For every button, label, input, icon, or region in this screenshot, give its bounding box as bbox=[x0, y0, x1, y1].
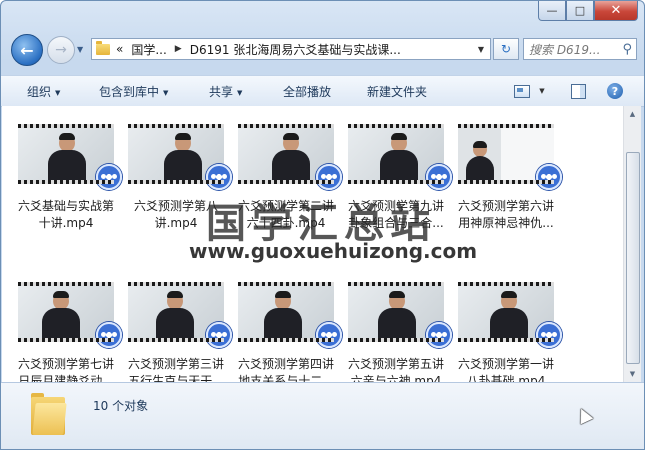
video-thumbnail bbox=[238, 124, 342, 190]
change-view-button[interactable] bbox=[511, 80, 533, 102]
presenter-figure bbox=[378, 291, 416, 338]
navigation-bar: ← → ▼ « 国学... ▶ D6191 张北海周易六爻基础与实战课... ▼… bbox=[9, 31, 639, 66]
file-item[interactable]: 六爻预测学第三讲 五行生克与天干... bbox=[122, 282, 232, 390]
breadcrumb-segment[interactable]: 国学... bbox=[131, 41, 166, 58]
video-thumbnail bbox=[128, 282, 232, 348]
presenter-figure bbox=[272, 133, 310, 180]
details-pane: 10 个对象 bbox=[1, 382, 644, 449]
video-file-icon bbox=[206, 322, 232, 348]
video-file-icon bbox=[426, 164, 452, 190]
organize-menu[interactable]: 组织 ▼ bbox=[27, 83, 60, 100]
file-name: 六爻预测学第六讲 用神原神忌神仇... bbox=[457, 199, 554, 230]
vertical-scrollbar[interactable]: ▲ ▼ bbox=[623, 106, 641, 382]
include-in-library-label: 包含到库中 bbox=[99, 85, 160, 99]
video-file-icon bbox=[536, 164, 562, 190]
maximize-button[interactable]: □ bbox=[566, 1, 594, 21]
close-button[interactable]: ✕ bbox=[594, 1, 638, 21]
scroll-down-icon[interactable]: ▼ bbox=[624, 366, 641, 382]
organize-label: 组织 bbox=[27, 85, 52, 99]
scrollbar-thumb[interactable] bbox=[626, 152, 640, 364]
share-label: 共享 bbox=[209, 85, 234, 99]
video-thumbnail bbox=[18, 282, 122, 348]
file-item[interactable]: 六爻预测学第四讲 地支关系与十二... bbox=[232, 282, 342, 390]
presenter-figure bbox=[42, 291, 80, 338]
folder-icon bbox=[96, 40, 110, 55]
video-thumbnail bbox=[458, 124, 562, 190]
video-file-icon bbox=[96, 322, 122, 348]
chevron-down-icon: ▼ bbox=[163, 89, 169, 97]
view-options-dropdown[interactable]: ▼ bbox=[535, 80, 549, 102]
recent-pages-dropdown[interactable]: ▼ bbox=[77, 45, 83, 54]
video-thumbnail bbox=[238, 282, 342, 348]
video-file-icon bbox=[206, 164, 232, 190]
watermark-url: www.guoxuehuizong.com bbox=[189, 239, 478, 263]
file-item[interactable]: 六爻预测学第六讲 用神原神忌神仇... bbox=[452, 124, 562, 232]
folder-icon bbox=[31, 393, 67, 435]
chevron-down-icon: ▼ bbox=[55, 89, 61, 97]
chevron-down-icon: ▼ bbox=[539, 87, 545, 95]
search-icon[interactable]: ⚲ bbox=[622, 42, 632, 57]
presenter-figure bbox=[164, 133, 202, 180]
help-icon: ? bbox=[607, 83, 623, 99]
video-file-icon bbox=[316, 164, 342, 190]
video-file-icon bbox=[426, 322, 452, 348]
breadcrumb-segment[interactable]: D6191 张北海周易六爻基础与实战课... bbox=[190, 41, 401, 58]
view-icon bbox=[514, 84, 530, 98]
explorer-window: — □ ✕ ← → ▼ « 国学... ▶ D6191 张北海周易六爻基础与实战… bbox=[0, 0, 645, 450]
refresh-icon: ↻ bbox=[500, 42, 512, 56]
video-thumbnail bbox=[348, 124, 452, 190]
forward-button[interactable]: → bbox=[47, 36, 75, 64]
help-button[interactable]: ? bbox=[604, 80, 626, 102]
refresh-button[interactable]: ↻ bbox=[493, 38, 519, 60]
file-item[interactable]: 六爻预测学第五讲 六亲与六神.mp4 bbox=[342, 282, 452, 390]
breadcrumb-separator-icon[interactable]: ▶ bbox=[175, 44, 182, 54]
address-bar[interactable]: « 国学... ▶ D6191 张北海周易六爻基础与实战课... ▼ bbox=[91, 38, 491, 60]
file-item[interactable]: 六爻基础与实战第 十讲.mp4 bbox=[12, 124, 122, 232]
minimize-button[interactable]: — bbox=[538, 1, 566, 21]
share-menu[interactable]: 共享 ▼ bbox=[209, 83, 242, 100]
play-all-button[interactable]: 全部播放 bbox=[283, 83, 331, 100]
presenter-figure bbox=[380, 133, 418, 180]
video-thumbnail bbox=[128, 124, 232, 190]
address-dropdown-icon[interactable]: ▼ bbox=[478, 45, 484, 54]
presenter-figure bbox=[466, 141, 494, 180]
preview-pane-button[interactable] bbox=[567, 80, 589, 102]
scroll-up-icon[interactable]: ▲ bbox=[624, 106, 641, 122]
video-thumbnail bbox=[458, 282, 562, 348]
video-thumbnail bbox=[348, 282, 452, 348]
presenter-figure bbox=[490, 291, 528, 338]
command-bar: 组织 ▼ 包含到库中 ▼ 共享 ▼ 全部播放 新建文件夹 ▼ ? bbox=[1, 75, 644, 107]
file-item[interactable]: 六爻预测学第七讲 日辰月建静爻动... bbox=[12, 282, 122, 390]
new-folder-button[interactable]: 新建文件夹 bbox=[367, 83, 427, 100]
caption-buttons: — □ ✕ bbox=[538, 1, 638, 23]
item-count: 10 个对象 bbox=[93, 399, 149, 413]
back-button[interactable]: ← bbox=[11, 34, 43, 66]
preview-pane-icon bbox=[570, 83, 586, 99]
file-item[interactable]: 六爻预测学第一讲 八卦基础.mp4 bbox=[452, 282, 562, 390]
search-input[interactable]: 搜索 D619... ⚲ bbox=[523, 38, 637, 60]
video-file-icon bbox=[316, 322, 342, 348]
address-overflow[interactable]: « bbox=[116, 42, 123, 56]
presenter-figure bbox=[264, 291, 302, 338]
presenter-figure bbox=[156, 291, 194, 338]
presenter-figure bbox=[48, 133, 86, 180]
include-in-library-menu[interactable]: 包含到库中 ▼ bbox=[99, 83, 168, 100]
search-placeholder: 搜索 D619... bbox=[529, 42, 601, 57]
video-file-icon bbox=[96, 164, 122, 190]
chevron-down-icon: ▼ bbox=[237, 89, 243, 97]
video-file-icon bbox=[536, 322, 562, 348]
file-name: 六爻基础与实战第 十讲.mp4 bbox=[17, 199, 114, 230]
video-thumbnail bbox=[18, 124, 122, 190]
